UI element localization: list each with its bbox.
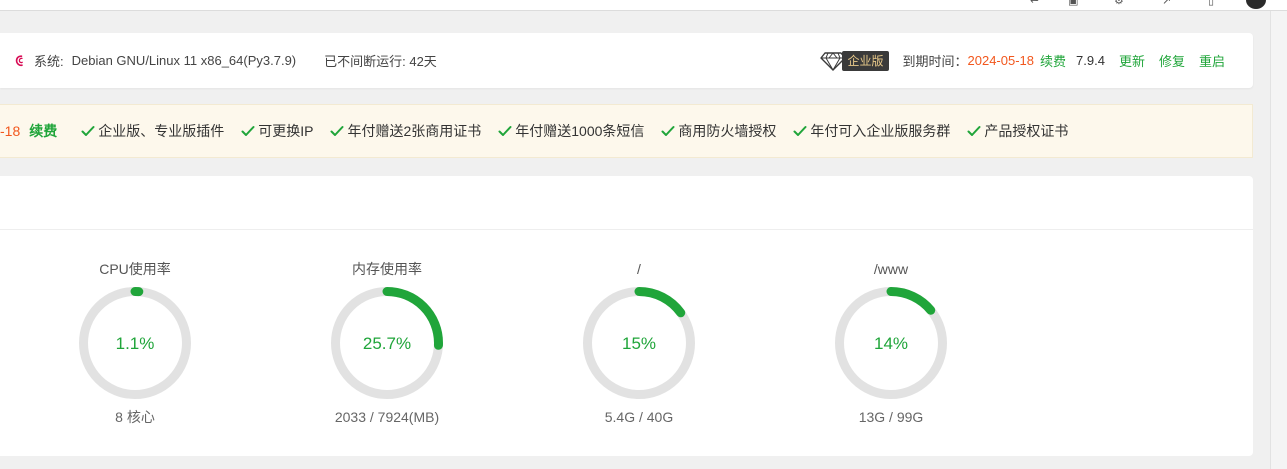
- enterprise-badge: 企业版: [820, 50, 889, 71]
- status-panel: CPU使用率 1.1% 8 核心 内存使用率 25.7% 2033 / 7924(MB) /…: [0, 176, 1253, 456]
- collections-icon[interactable]: ▣: [1068, 0, 1078, 8]
- promo-renew-link[interactable]: 续费: [29, 121, 57, 141]
- promo-feature-item: 年付赠送1000条短信: [498, 121, 644, 141]
- gauge-detail: 2033 / 7924(MB): [334, 409, 440, 425]
- check-icon: [967, 126, 981, 136]
- update-button[interactable]: 更新: [1119, 51, 1145, 70]
- system-info-bar: 系统: Debian GNU/Linux 11 x86_64(Py3.7.9) …: [0, 33, 1253, 88]
- gauge-detail: 8 核心: [115, 409, 155, 425]
- usage-gauge[interactable]: 内存使用率 25.7% 2033 / 7924(MB): [287, 260, 487, 426]
- promo-feature-label: 年付赠送2张商用证书: [347, 123, 482, 139]
- repair-button[interactable]: 修复: [1159, 51, 1185, 70]
- browser-toolbar: ⌃ ↩ ▣ ⚙ ↗ ▯: [0, 0, 1287, 11]
- gauge-title: 内存使用率: [352, 261, 422, 277]
- promo-feature-item: 可更换IP: [241, 121, 313, 141]
- check-icon: [81, 126, 95, 136]
- os-value: Debian GNU/Linux 11 x86_64(Py3.7.9): [71, 53, 297, 68]
- restart-button[interactable]: 重启: [1199, 51, 1225, 70]
- gauge-title: /: [637, 261, 641, 277]
- promo-feature-label: 可更换IP: [258, 123, 314, 139]
- debian-logo-icon: [15, 54, 23, 66]
- edition-badge-label: 企业版: [842, 50, 889, 71]
- expiry-label: 到期时间：: [902, 54, 968, 69]
- promo-feature-item: 年付可入企业版服务群: [793, 121, 950, 141]
- promo-feature-item: 商用防火墙授权: [661, 121, 776, 141]
- gauge-detail: 13G / 99G: [858, 409, 924, 425]
- usage-gauge[interactable]: / 15% 5.4G / 40G: [539, 260, 739, 426]
- check-icon: [498, 126, 512, 136]
- version-number: 7.9.4: [1076, 53, 1105, 68]
- gauge-ring: 14%: [835, 287, 947, 399]
- gauge-title: CPU使用率: [99, 261, 171, 277]
- renew-link[interactable]: 续费: [1040, 51, 1066, 70]
- reader-icon[interactable]: ⌃: [990, 0, 999, 8]
- panel-header: [0, 176, 1253, 230]
- sidebar-icon[interactable]: ▯: [1208, 0, 1214, 8]
- usage-gauge[interactable]: /www 14% 13G / 99G: [791, 260, 991, 426]
- back-icon[interactable]: ↩: [1030, 0, 1039, 8]
- check-icon: [661, 126, 675, 136]
- promo-feature-label: 年付可入企业版服务群: [810, 123, 951, 139]
- os-label: 系统:: [34, 54, 64, 69]
- gauge-title: /www: [873, 261, 909, 277]
- promo-banner: -18 续费 企业版、专业版插件 可更换IP 年付赠送2张商用证书 年付赠送1000条…: [0, 104, 1253, 158]
- check-icon: [241, 126, 255, 136]
- uptime-text: 已不间断运行: 42天: [324, 54, 437, 69]
- promo-feature-label: 产品授权证书: [984, 123, 1069, 139]
- gauge-ring: 1.1%: [79, 287, 191, 399]
- check-icon: [793, 126, 807, 136]
- usage-gauge[interactable]: CPU使用率 1.1% 8 核心: [35, 260, 235, 426]
- gauge-detail: 5.4G / 40G: [604, 409, 674, 425]
- profile-avatar[interactable]: [1246, 0, 1266, 9]
- share-icon[interactable]: ↗: [1162, 0, 1171, 8]
- gauge-percent: 15%: [622, 334, 656, 353]
- extensions-icon[interactable]: ⚙: [1114, 0, 1124, 8]
- promo-feature-item: 年付赠送2张商用证书: [330, 121, 481, 141]
- gauge-percent: 1.1%: [116, 334, 155, 353]
- promo-feature-item: 企业版、专业版插件: [81, 121, 224, 141]
- promo-feature-label: 商用防火墙授权: [678, 123, 777, 139]
- check-icon: [330, 126, 344, 136]
- gauge-percent: 25.7%: [363, 334, 411, 353]
- expiry-date: 2024-05-18: [967, 53, 1035, 68]
- promo-feature-item: 产品授权证书: [967, 121, 1068, 141]
- promo-feature-label: 年付赠送1000条短信: [515, 123, 645, 139]
- gauge-ring: 15%: [583, 287, 695, 399]
- promo-feature-label: 企业版、专业版插件: [98, 123, 225, 139]
- promo-date-fragment: -18: [0, 123, 21, 139]
- gauge-percent: 14%: [874, 334, 908, 353]
- gauge-ring: 25.7%: [331, 287, 443, 399]
- page-scrollbar[interactable]: [1270, 11, 1287, 469]
